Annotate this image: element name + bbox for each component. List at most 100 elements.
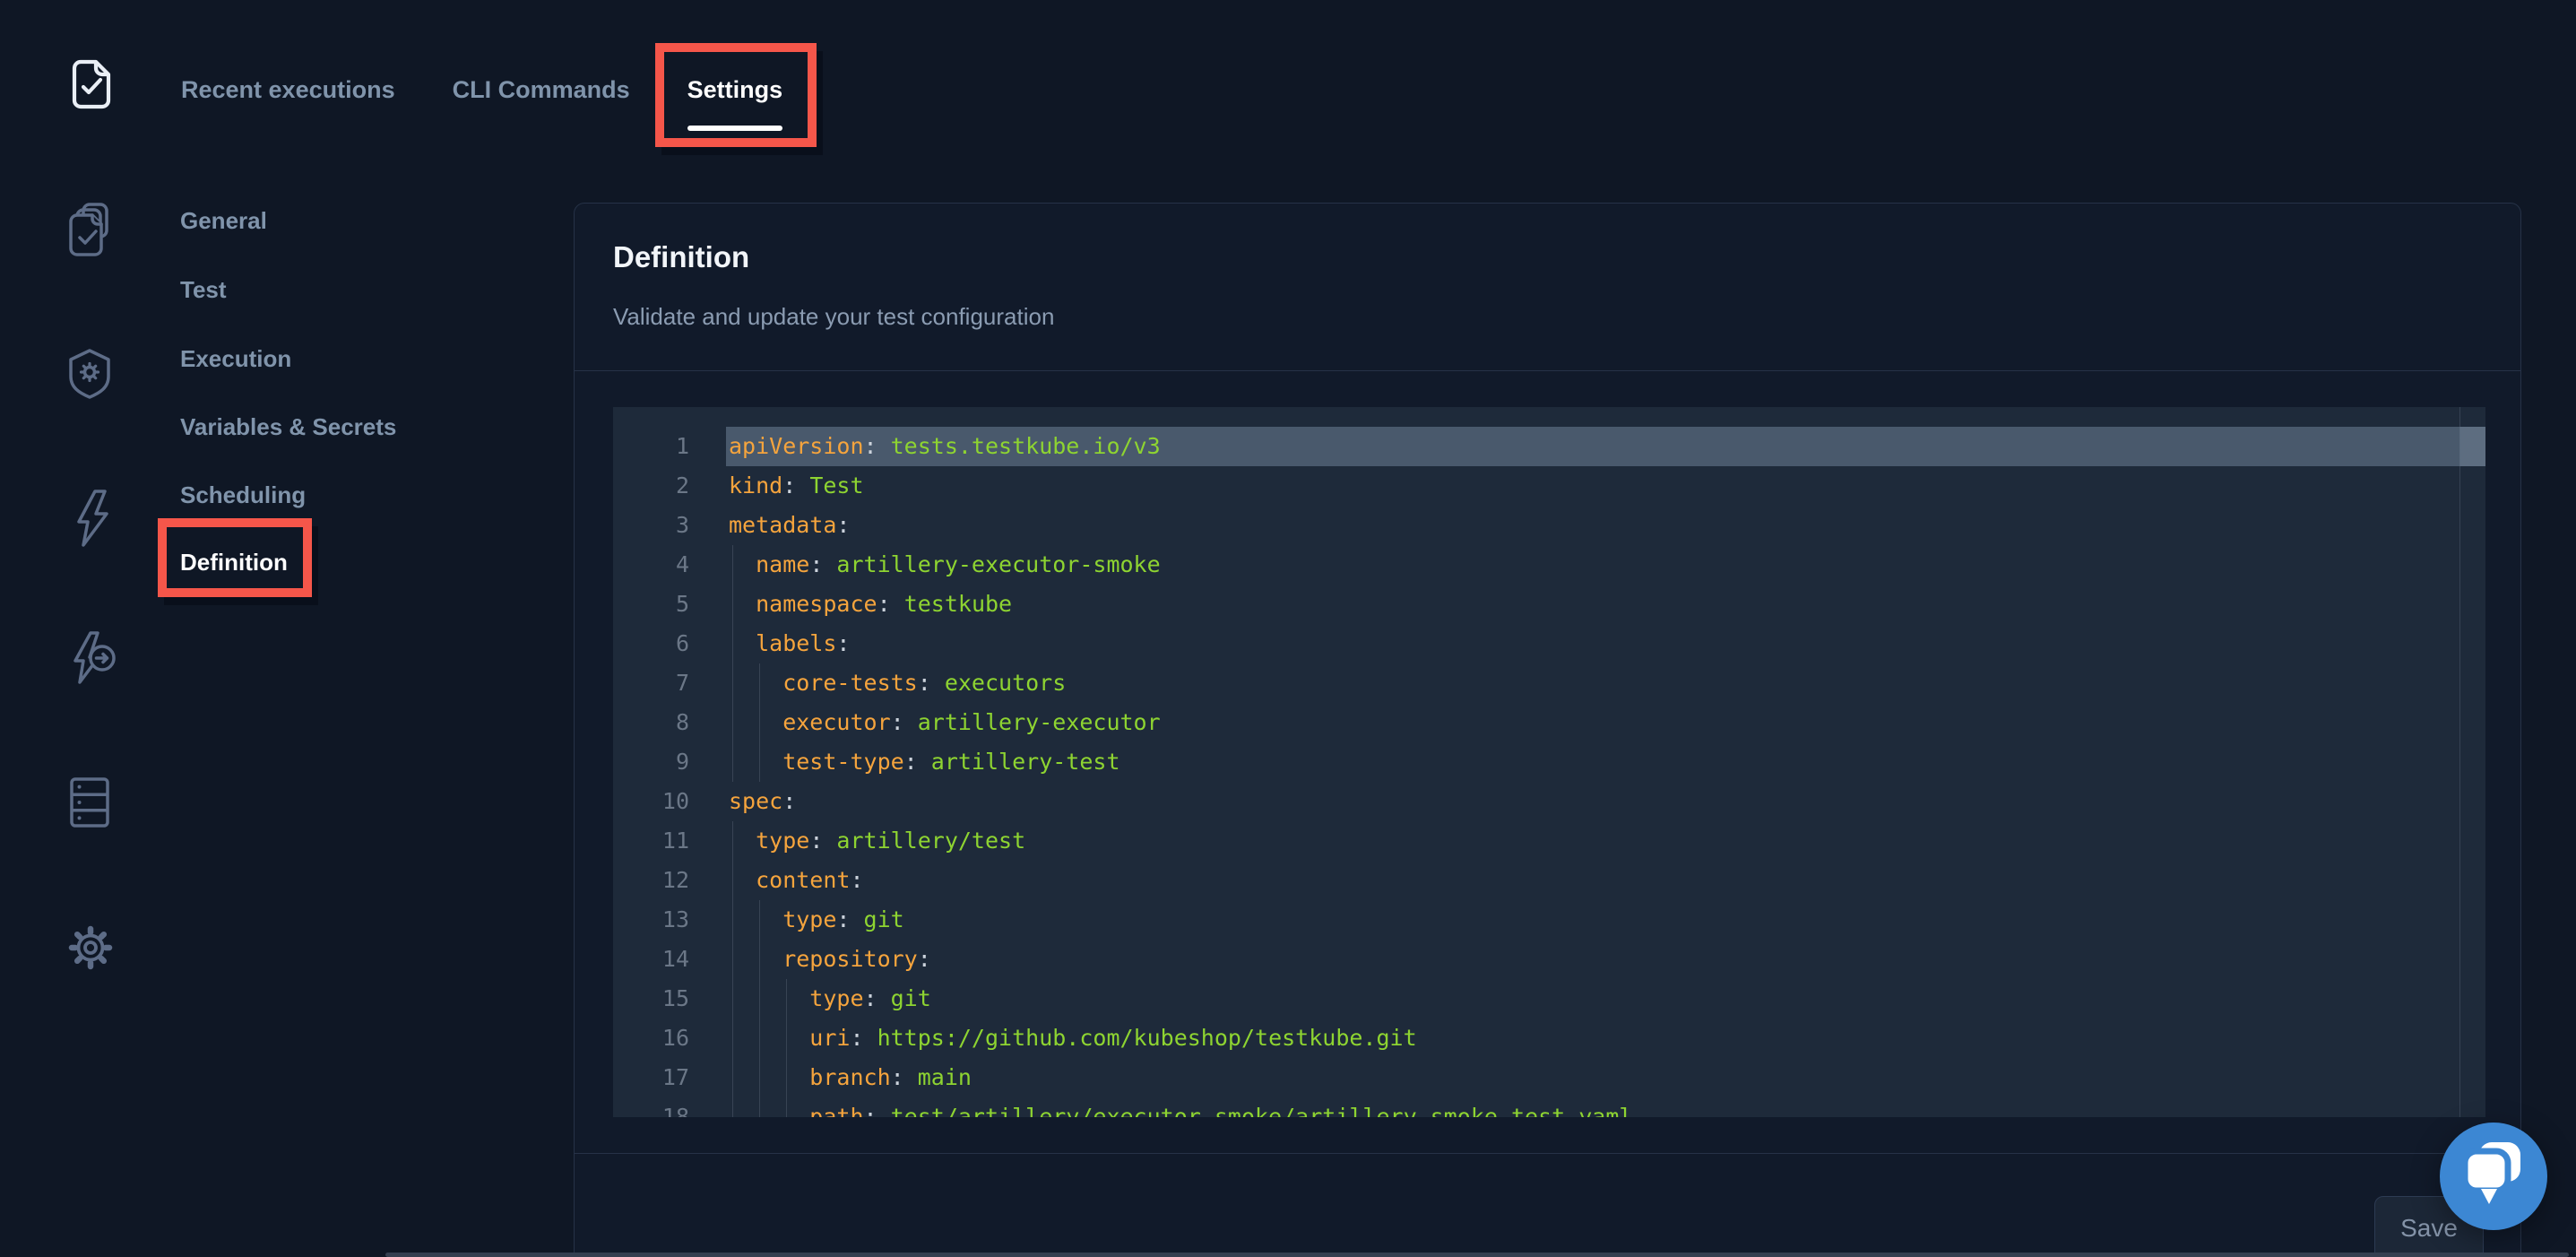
line-number: 11 — [613, 821, 689, 861]
line-number: 6 — [613, 624, 689, 663]
indent-guide — [759, 940, 760, 979]
line-number: 15 — [613, 979, 689, 1019]
code-line[interactable]: 4 name: artillery-executor-smoke — [613, 545, 2485, 585]
settings-menu-item[interactable]: General — [180, 206, 267, 235]
indent-guide — [732, 545, 733, 585]
chat-launcher-button[interactable] — [2440, 1123, 2547, 1230]
window-bottom-edge — [385, 1253, 2569, 1257]
indent-guide — [759, 703, 760, 742]
settings-menu-item[interactable]: Scheduling — [180, 481, 306, 509]
indent-guide — [759, 742, 760, 782]
webhooks-lightning-arrow-icon — [68, 631, 118, 685]
indent-guide — [732, 585, 733, 624]
code-line[interactable]: 9 test-type: artillery-test — [613, 742, 2485, 782]
yaml-definition-editor[interactable]: 1 apiVersion: tests.testkube.io/v3 2 kin… — [613, 407, 2485, 1117]
settings-menu-item-label: General — [180, 207, 267, 234]
indent-guide — [732, 624, 733, 663]
annotation-box-definition-item — [158, 518, 312, 597]
code-line[interactable]: 6 labels: — [613, 624, 2485, 663]
line-number: 8 — [613, 703, 689, 742]
settings-menu-item-label: Variables & Secrets — [180, 413, 396, 440]
line-number: 13 — [613, 900, 689, 940]
test-document-check-icon[interactable] — [71, 59, 112, 109]
line-number: 1 — [613, 427, 689, 466]
indent-guide — [759, 1097, 760, 1117]
code-line[interactable]: 12 content: — [613, 861, 2485, 900]
indent-guide — [732, 703, 733, 742]
code-line[interactable]: 5 namespace: testkube — [613, 585, 2485, 624]
indent-guide — [759, 1058, 760, 1097]
page-subtitle: Validate and update your test configurat… — [613, 303, 1054, 330]
indent-guide — [732, 742, 733, 782]
line-number: 16 — [613, 1019, 689, 1058]
editor-scrollbar[interactable] — [2459, 407, 2485, 1117]
code-line[interactable]: 11 type: artillery/test — [613, 821, 2485, 861]
indent-guide — [732, 821, 733, 861]
indent-guide — [732, 1019, 733, 1058]
annotation-box-settings-tab — [655, 43, 817, 147]
line-number: 5 — [613, 585, 689, 624]
line-number: 9 — [613, 742, 689, 782]
indent-guide — [786, 1019, 787, 1058]
indent-guide — [759, 900, 760, 940]
line-number: 18 — [613, 1097, 689, 1117]
settings-menu-item-label: Test — [180, 276, 227, 303]
sidebar-item-webhooks[interactable] — [68, 631, 118, 685]
settings-menu-item[interactable]: Definition — [180, 548, 288, 576]
code-line[interactable]: 16 uri: https://github.com/kubeshop/test… — [613, 1019, 2485, 1058]
settings-menu-item[interactable]: Test — [180, 275, 227, 304]
indent-guide — [732, 900, 733, 940]
code-line[interactable]: 2 kind: Test — [613, 466, 2485, 506]
indent-guide — [732, 1058, 733, 1097]
sources-server-icon — [69, 776, 110, 828]
code-line[interactable]: 18 path: test/artillery/executor-smoke/a… — [613, 1097, 2485, 1117]
definition-panel-header: Definition Validate and update your test… — [575, 204, 2520, 371]
line-number: 14 — [613, 940, 689, 979]
settings-menu-item[interactable]: Variables & Secrets — [180, 412, 396, 441]
indent-guide — [786, 1097, 787, 1117]
sidebar-item-sources[interactable] — [69, 776, 110, 828]
settings-menu-item[interactable]: Execution — [180, 344, 291, 373]
line-number: 10 — [613, 782, 689, 821]
settings-menu-item-label: Execution — [180, 345, 291, 372]
code-line[interactable]: 10 spec: — [613, 782, 2485, 821]
code-line[interactable]: 3 metadata: — [613, 506, 2485, 545]
settings-menu-item-label: Scheduling — [180, 481, 306, 508]
code-line[interactable]: 17 branch: main — [613, 1058, 2485, 1097]
sidebar-item-triggers[interactable] — [70, 490, 115, 547]
topnav-tab[interactable]: Recent executions — [181, 75, 395, 104]
line-number: 17 — [613, 1058, 689, 1097]
topnav-tab[interactable]: CLI Commands — [453, 75, 630, 104]
code-line[interactable]: 14 repository: — [613, 940, 2485, 979]
indent-guide — [732, 1097, 733, 1117]
tests-icon — [68, 203, 115, 256]
topnav-tab-label: CLI Commands — [453, 76, 630, 103]
indent-guide — [759, 979, 760, 1019]
indent-guide — [786, 1058, 787, 1097]
code-line[interactable]: 8 executor: artillery-executor — [613, 703, 2485, 742]
code-line[interactable]: 1 apiVersion: tests.testkube.io/v3 — [613, 427, 2485, 466]
code-line[interactable]: 13 type: git — [613, 900, 2485, 940]
topnav-tabs: Recent executions CLI Commands Settings — [181, 75, 782, 104]
line-number: 12 — [613, 861, 689, 900]
code-line[interactable]: 15 type: git — [613, 979, 2485, 1019]
line-number: 2 — [613, 466, 689, 506]
indent-guide — [732, 861, 733, 900]
line-number: 4 — [613, 545, 689, 585]
line-number: 7 — [613, 663, 689, 703]
sidebar-item-settings[interactable] — [67, 923, 114, 973]
sidebar-item-executors[interactable] — [66, 348, 113, 400]
chat-bubbles-icon — [2440, 1218, 2547, 1234]
testkube-settings-page: Recent executions CLI Commands Settings — [0, 0, 2576, 1257]
sidebar-item-tests[interactable] — [68, 203, 115, 256]
code-line[interactable]: 7 core-tests: executors — [613, 663, 2485, 703]
indent-guide — [732, 979, 733, 1019]
topnav-tab-label: Recent executions — [181, 76, 395, 103]
line-number: 3 — [613, 506, 689, 545]
executors-shield-gear-icon — [66, 348, 113, 400]
topnav-tab[interactable]: Settings — [687, 75, 783, 104]
indent-guide — [786, 979, 787, 1019]
definition-panel: Definition Validate and update your test… — [574, 203, 2521, 1257]
page-title: Definition — [613, 239, 749, 275]
indent-guide — [759, 1019, 760, 1058]
